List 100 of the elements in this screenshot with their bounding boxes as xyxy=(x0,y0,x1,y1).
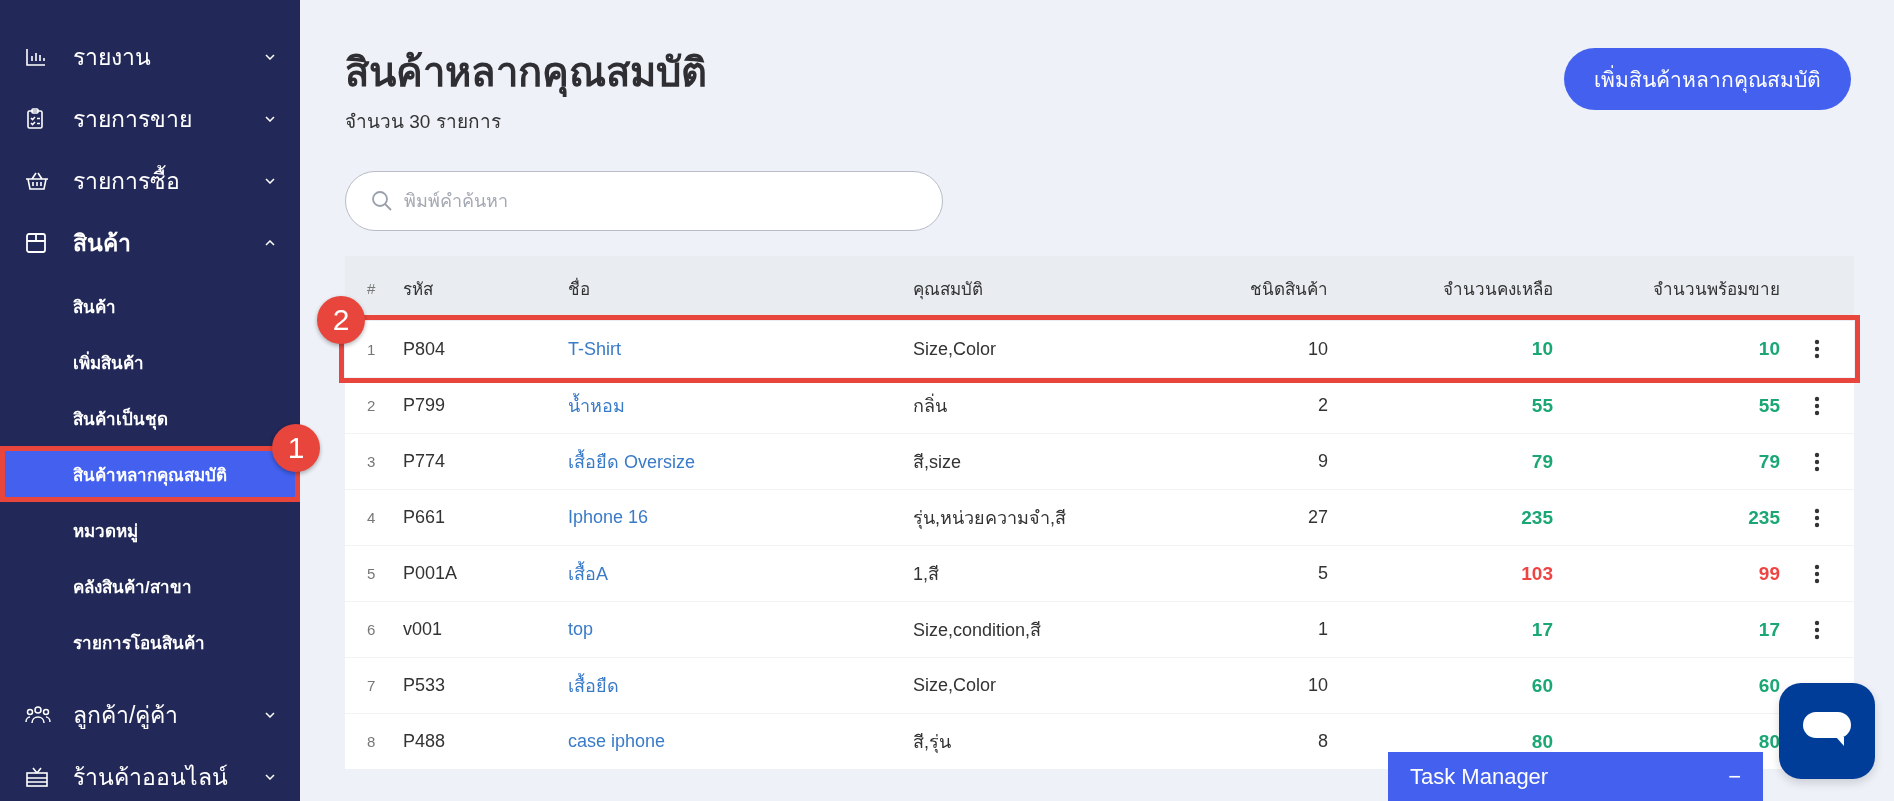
product-link[interactable]: เสื้อยืด xyxy=(568,671,913,700)
table-cell-text: 99 xyxy=(1757,562,1780,585)
sidebar-item[interactable]: รายการขาย xyxy=(0,88,300,150)
table-cell-text: 6 xyxy=(366,621,377,638)
minimize-button[interactable]: − xyxy=(1728,763,1741,790)
table-cell-text: P774 xyxy=(403,451,447,472)
sidebar-item[interactable]: สินค้า xyxy=(0,212,300,274)
table-cell-text: 17 xyxy=(1530,618,1553,641)
column-header: รหัส xyxy=(403,279,434,301)
table-cell-text: 55 xyxy=(1530,394,1553,417)
sidebar-item[interactable]: ลูกค้า/คู่ค้า xyxy=(0,684,300,746)
table-cell: กลิ่น xyxy=(913,391,1173,420)
more-icon[interactable] xyxy=(1814,507,1820,528)
table-cell-text: สี,size xyxy=(913,451,962,474)
chevron-down-icon xyxy=(265,774,275,780)
more-icon[interactable] xyxy=(1814,563,1820,584)
table-cell-text: 79 xyxy=(1757,450,1780,473)
table-cell-text: 2 xyxy=(1317,395,1328,416)
table-cell-text: 60 xyxy=(1530,674,1553,697)
task-manager-bar[interactable]: Task Manager − xyxy=(1388,752,1763,801)
table-cell-text: 10 xyxy=(1530,338,1553,360)
clipboard-icon xyxy=(25,108,45,130)
table-cell-text: 1 xyxy=(1317,619,1328,640)
people-icon xyxy=(25,705,51,725)
table-cell-text: 60 xyxy=(1757,674,1780,697)
chevron-down-icon xyxy=(265,178,275,184)
table-cell-text: 55 xyxy=(1757,394,1780,417)
search-field[interactable]: พิมพ์คำค้นหา xyxy=(345,171,943,231)
gift-icon xyxy=(25,766,49,788)
table-cell-text: 10 xyxy=(1306,338,1328,360)
table-cell-text: P488 xyxy=(403,731,447,752)
sidebar-item[interactable]: รายงาน xyxy=(0,26,300,88)
table-cell-text: 80 xyxy=(1530,730,1553,753)
sidebar-subitem[interactable]: รายการโอนสินค้า xyxy=(0,614,300,670)
table-cell-text: สี,รุ่น xyxy=(913,731,952,755)
table-cell-text: 4 xyxy=(366,509,377,526)
table-cell-text: v001 xyxy=(403,619,444,640)
product-link[interactable]: เสื้อA xyxy=(568,559,913,588)
more-icon[interactable] xyxy=(1814,619,1820,640)
table-cell-text: 235 xyxy=(1520,506,1553,529)
table-cell-text: 10 xyxy=(1306,675,1328,696)
search-icon xyxy=(371,190,393,212)
column-header: จำนวนคงเหลือ xyxy=(1442,279,1553,301)
add-button[interactable]: เพิ่มสินค้าหลากคุณสมบัติ xyxy=(1564,48,1851,110)
table-cell-text: P799 xyxy=(403,395,447,416)
chevron-up-icon xyxy=(265,240,275,246)
more-icon[interactable] xyxy=(1814,339,1820,359)
chat-button[interactable] xyxy=(1779,683,1875,779)
table-cell-text: 103 xyxy=(1520,562,1553,585)
sidebar-subitem[interactable]: สินค้า xyxy=(0,278,300,334)
table-cell-text: 8 xyxy=(366,733,377,750)
sidebar-item[interactable]: ร้านค้าออนไลน์ xyxy=(0,746,300,801)
table-cell-text: 5 xyxy=(366,565,377,582)
callout-badge: 1 xyxy=(272,424,320,472)
sidebar-item[interactable]: รายการซื้อ xyxy=(0,150,300,212)
callout-badge: 2 xyxy=(317,296,365,344)
product-link[interactable]: case iphone xyxy=(568,731,913,752)
sidebar-subitem[interactable]: เพิ่มสินค้า xyxy=(0,334,300,390)
table-cell-text: Size,Color xyxy=(913,338,998,360)
basket-icon xyxy=(25,171,49,191)
product-link[interactable]: T-Shirt xyxy=(568,338,913,360)
table-cell-text: 235 xyxy=(1747,506,1780,529)
more-icon[interactable] xyxy=(1814,451,1820,472)
sidebar-subitem[interactable]: หมวดหมู่ xyxy=(0,502,300,558)
table-cell-text: P661 xyxy=(403,507,447,528)
table-cell-text: 5 xyxy=(1317,563,1328,584)
bar-chart-icon xyxy=(25,47,47,67)
table-cell-text: 3 xyxy=(366,453,377,470)
chevron-down-icon xyxy=(265,54,275,60)
table-cell-text: Size,Color xyxy=(913,675,998,696)
table-cell-text: 80 xyxy=(1757,730,1780,753)
table-cell-text: Size,condition,สี xyxy=(913,619,1043,642)
item-count: จำนวน 30 รายการ xyxy=(345,110,502,134)
column-header: จำนวนพร้อมขาย xyxy=(1652,279,1780,301)
box-icon xyxy=(25,232,47,254)
product-link[interactable]: เสื้อยืด Oversize xyxy=(568,447,913,476)
table-cell-text: P533 xyxy=(403,675,447,696)
table-cell-text: 10 xyxy=(1757,338,1780,360)
product-link[interactable]: Iphone 16 xyxy=(568,507,913,528)
product-link[interactable]: น้ำหอม xyxy=(568,391,913,420)
panel-title: Task Manager xyxy=(1410,763,1549,790)
table-cell-text: 1,สี xyxy=(913,563,940,586)
table-cell-text: รุ่น,หน่วยความจำ,สี xyxy=(913,507,1067,531)
table-cell-text: 9 xyxy=(1317,451,1328,472)
chevron-down-icon xyxy=(265,116,275,122)
column-header: ชื่อ xyxy=(568,275,913,302)
table-cell-text: 27 xyxy=(1306,507,1328,528)
product-link[interactable]: top xyxy=(568,619,913,640)
table-cell-text: P001A xyxy=(403,563,459,584)
page-title: สินค้าหลากคุณสมบัติ xyxy=(345,48,707,96)
chevron-down-icon xyxy=(265,712,275,718)
table-cell-text: 1 xyxy=(366,340,377,358)
table-cell-text: 17 xyxy=(1757,618,1780,641)
column-header: # xyxy=(366,280,377,297)
table-cell-text: 7 xyxy=(366,677,377,694)
sidebar-subitem[interactable]: คลังสินค้า/สาขา xyxy=(0,558,300,614)
column-header: คุณสมบัติ xyxy=(913,279,984,302)
more-icon[interactable] xyxy=(1814,395,1820,416)
table-cell-text: P804 xyxy=(403,338,447,360)
table-cell-text: 79 xyxy=(1530,450,1553,473)
